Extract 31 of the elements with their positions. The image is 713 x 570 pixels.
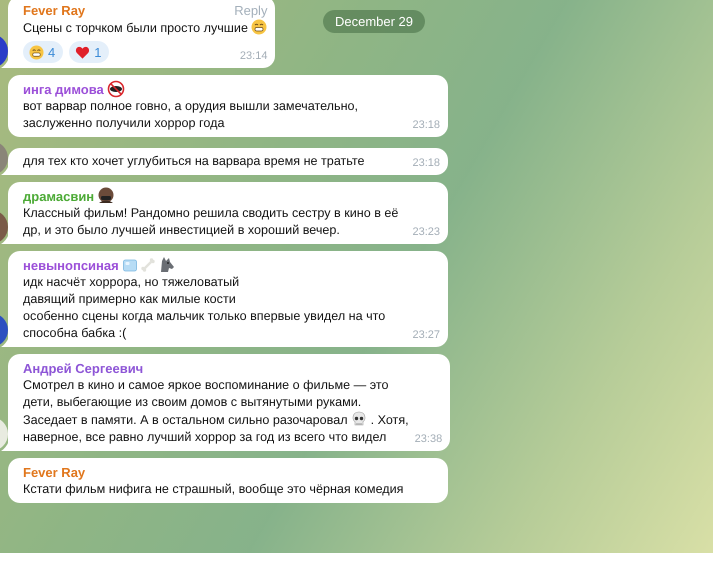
grinning-face-icon <box>251 19 268 35</box>
message-text: для тех кто хочет углубиться на варвара время не тратьте <box>23 153 365 170</box>
reply-link[interactable]: Reply <box>194 2 268 18</box>
message-time: 23:18 <box>412 157 440 170</box>
sender-name[interactable]: инга димова <box>23 82 104 96</box>
message-text: Смотрел в кино и самое яркое воспоминание о фильме — это дети, выбегающие из своим домов с вытянутыми руками. Заседает в памяти. А в остальном сильно разочаровал . Хотя, наверное, все равно лучший хоррор за год из всего что видел <box>23 377 409 446</box>
message-time: 23:14 <box>240 50 268 63</box>
message-text: Кстати фильм нифига не страшный, вообще это чёрная комедия <box>23 481 404 498</box>
message-text: идк насчёт хоррора, но тяжеловатый давящий примерно как милые кости особенно сцены когда мальчик только впервые увидел на что способна бабка :( <box>23 274 386 342</box>
reaction-chip[interactable]: 4 <box>23 41 64 63</box>
sender-name[interactable]: Fever Ray <box>23 464 86 480</box>
message-time: 23:18 <box>412 119 440 132</box>
sender-name[interactable]: драмасвин <box>23 188 94 204</box>
hooded-figure-icon <box>97 187 116 205</box>
sender-name[interactable]: невынопсиная <box>23 258 119 272</box>
sender-name[interactable]: Fever Ray <box>23 2 86 18</box>
heart-icon <box>75 44 90 60</box>
sender-name[interactable]: Андрей Сергеевич <box>23 360 144 376</box>
message-time: 23:38 <box>414 433 442 446</box>
message-text: Сцены с торчком были просто лучшие <box>23 19 268 37</box>
message-text: вот варвар полное говно, а орудия вышли замечательно, заслуженно получили хоррор года <box>23 98 358 132</box>
prohibited-sign-icon <box>106 80 125 98</box>
message-text: Классный фильм! Рандомно решила сводить сестру в кино в её др, и это было лучшей инвестицией в хороший вечер. <box>23 205 398 239</box>
message-time: 23:27 <box>412 329 440 342</box>
grinning-face-icon <box>29 44 44 60</box>
reaction-chip[interactable]: 1 <box>69 41 110 63</box>
message-time: 23:23 <box>412 226 440 239</box>
skull-icon <box>351 411 368 427</box>
date-badge: December 29 <box>323 10 425 33</box>
ice-cube-icon <box>122 257 138 273</box>
bone-icon <box>140 257 156 273</box>
